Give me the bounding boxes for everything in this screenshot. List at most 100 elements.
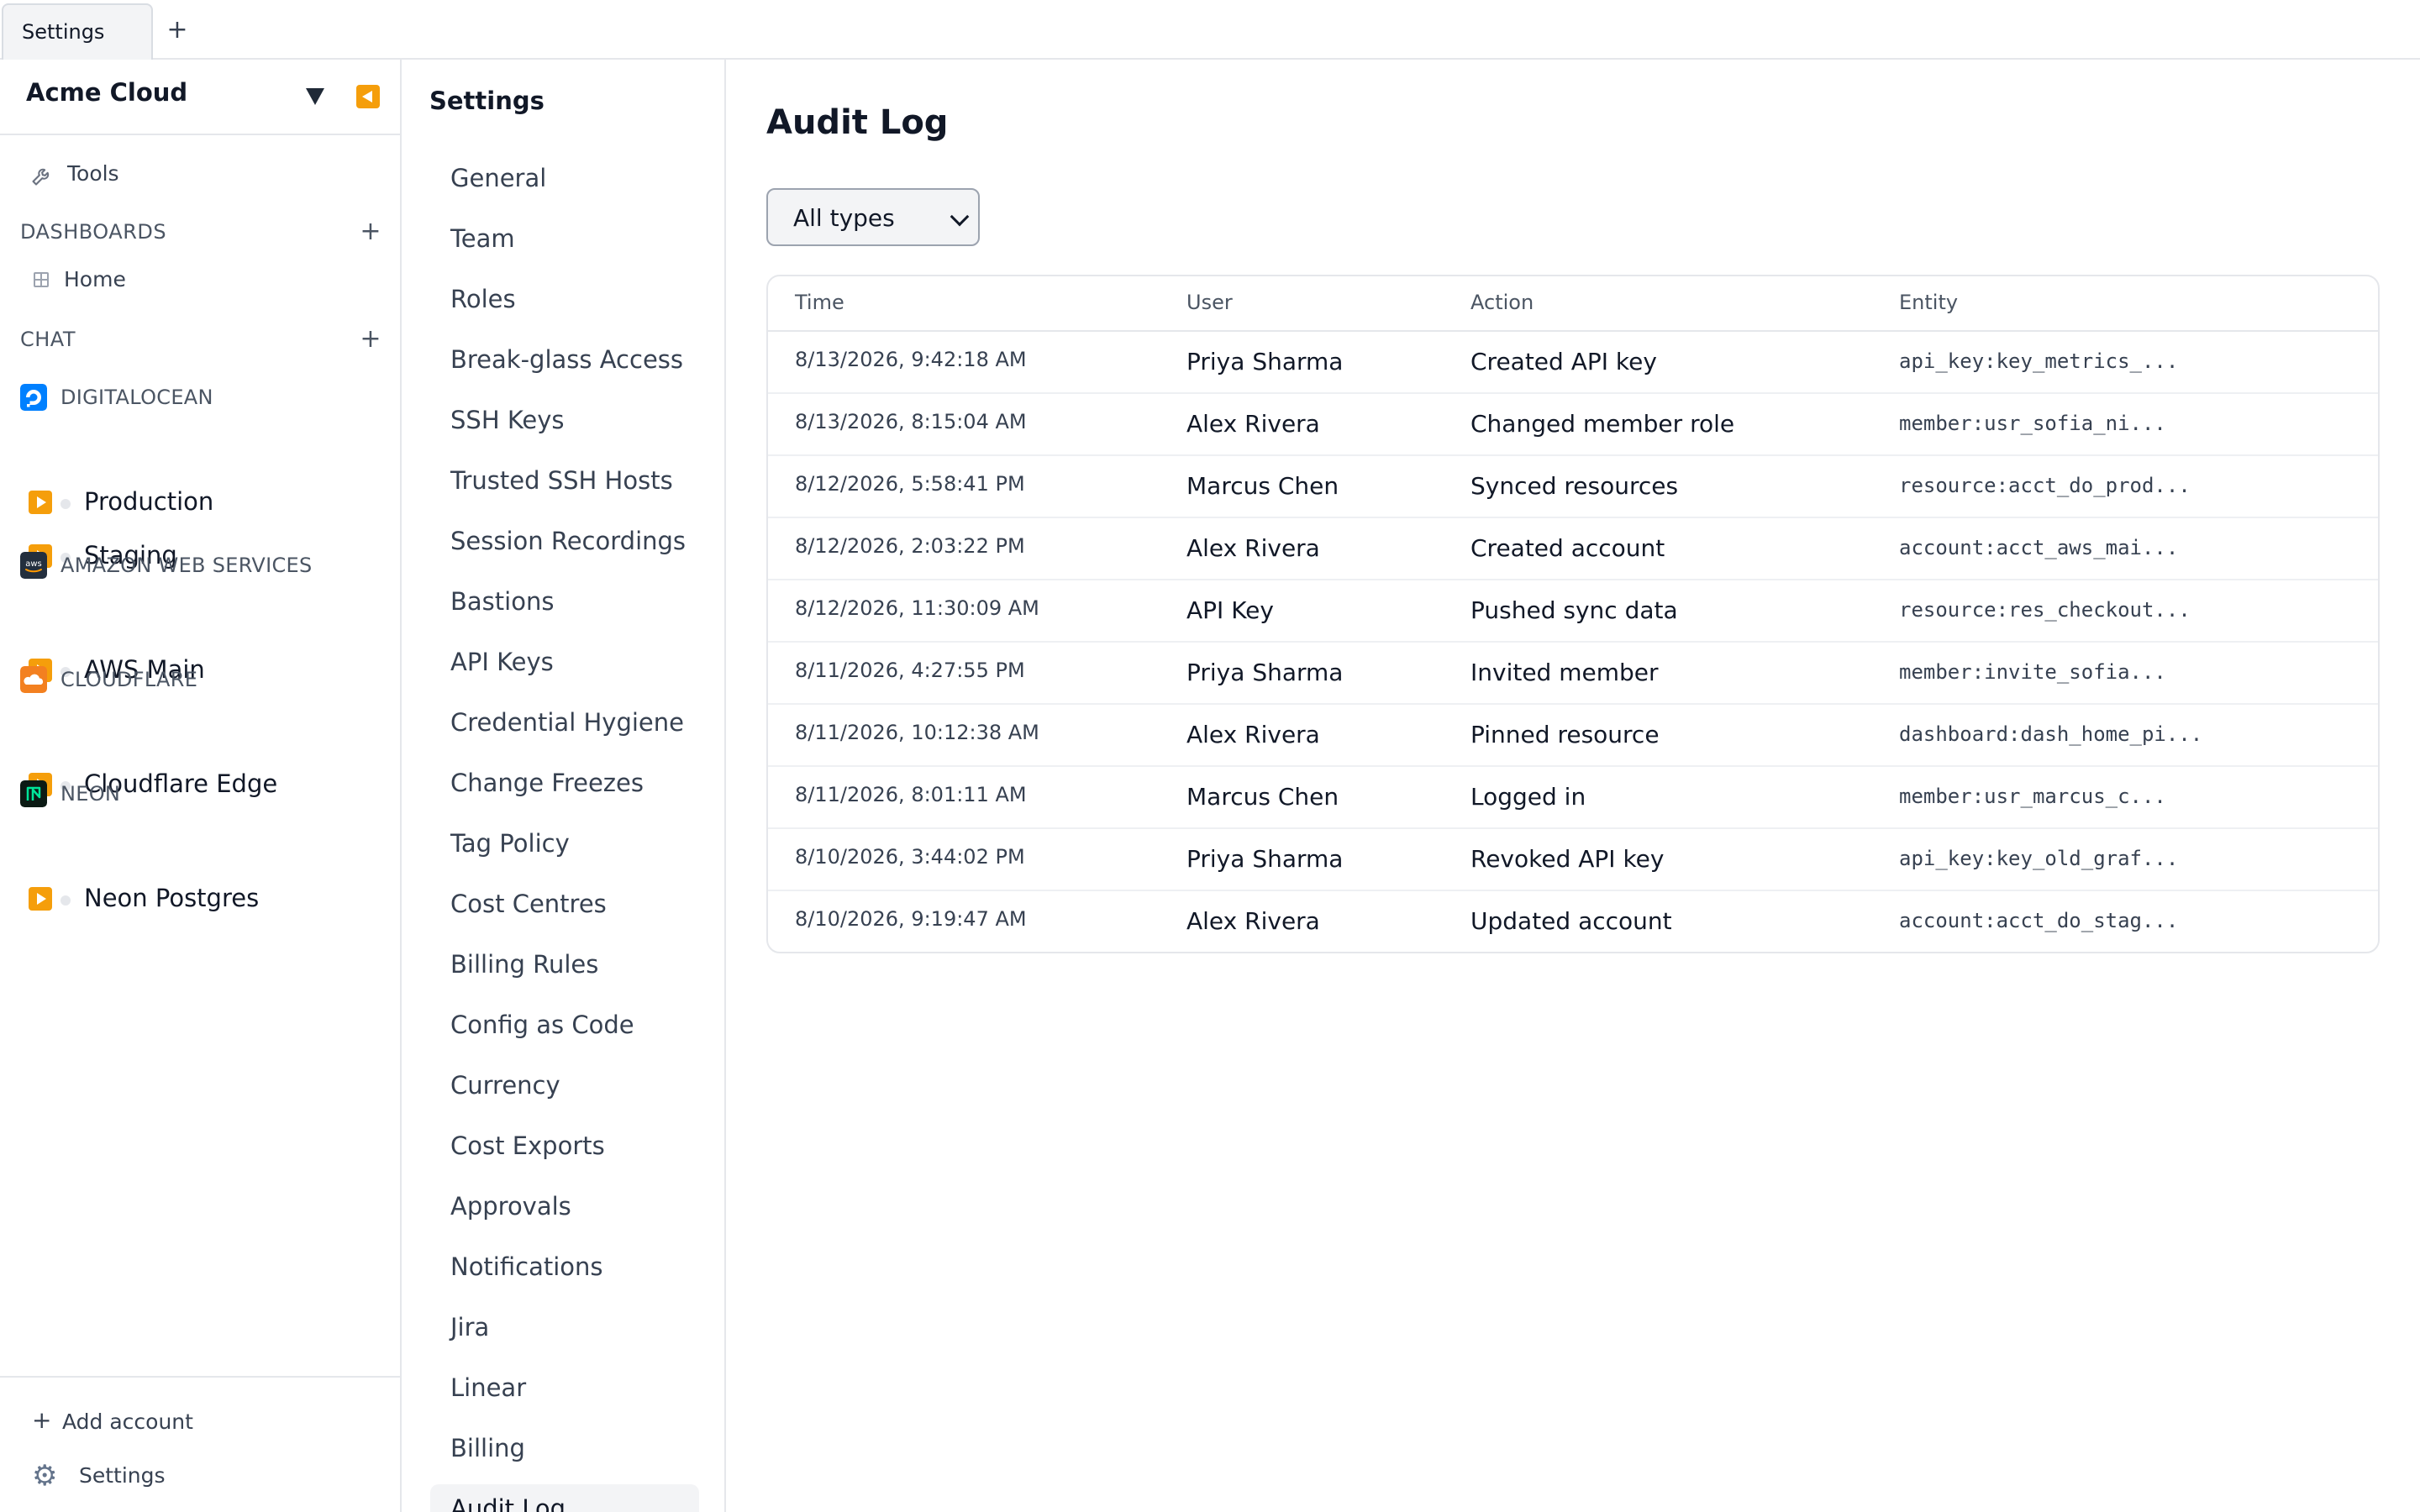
account-neon-postgres[interactable]: Neon Postgres	[29, 880, 390, 917]
settings-nav-item-notifications[interactable]: Notifications	[430, 1242, 699, 1303]
provider-digitalocean[interactable]: DIGITALOCEAN	[20, 382, 390, 412]
new-tab-button[interactable]: +	[166, 13, 188, 47]
sidebar-footer: + Add account ⚙ Settings	[0, 1376, 400, 1512]
settings-nav-item-bastions[interactable]: Bastions	[430, 577, 699, 638]
cell-entity: member:usr_sofia_ni...	[1899, 412, 2166, 435]
column-header-action: Action	[1470, 291, 1534, 314]
settings-nav-item-team[interactable]: Team	[430, 214, 699, 275]
cell-entity: account:acct_do_stag...	[1899, 909, 2179, 932]
cloudflare-logo-icon	[20, 666, 47, 693]
cell-user: Marcus Chen	[1186, 783, 1339, 811]
cell-action: Created account	[1470, 534, 1665, 562]
settings-nav-item-tag-policy[interactable]: Tag Policy	[430, 819, 699, 879]
table-row[interactable]: 8/11/2026, 10:12:38 AM Alex Rivera Pinned …	[768, 705, 2378, 767]
cell-entity: dashboard:dash_home_pi...	[1899, 722, 2203, 746]
cell-entity: member:invite_sofia...	[1899, 660, 2166, 684]
settings-nav-item-config-as-code[interactable]: Config as Code	[430, 1000, 699, 1061]
table-row[interactable]: 8/12/2026, 5:58:41 PM Marcus Chen Synced r…	[768, 456, 2378, 518]
add-chat-button[interactable]: +	[360, 324, 381, 354]
provider-name: NEON	[60, 782, 121, 806]
cell-entity: member:usr_marcus_c...	[1899, 785, 2166, 808]
settings-nav-title: Settings	[429, 87, 544, 115]
settings-nav: Settings General Team Roles Break-glass Acc…	[403, 60, 726, 1512]
cell-entity: resource:res_checkout...	[1899, 598, 2191, 622]
audit-log-table: Time User Action Entity 8/13/2026, 9:42:…	[766, 275, 2380, 953]
table-row[interactable]: 8/11/2026, 4:27:55 PM Priya Sharma Invited…	[768, 643, 2378, 705]
cell-action: Invited member	[1470, 659, 1659, 686]
cell-time: 8/11/2026, 8:01:11 AM	[795, 783, 1027, 806]
cell-time: 8/12/2026, 5:58:41 PM	[795, 472, 1025, 496]
cell-action: Created API key	[1470, 348, 1657, 375]
settings-nav-item-jira[interactable]: Jira	[430, 1303, 699, 1363]
settings-nav-item-audit-log[interactable]: Audit Log	[430, 1484, 699, 1512]
neon-logo-icon	[20, 780, 47, 807]
page-title: Audit Log	[766, 103, 949, 142]
settings-nav-item-change-freezes[interactable]: Change Freezes	[430, 759, 699, 819]
settings-nav-item-ssh-keys[interactable]: SSH Keys	[430, 396, 699, 456]
collapse-sidebar-icon[interactable]	[356, 85, 380, 108]
tab-bar: Settings +	[0, 0, 2420, 60]
settings-nav-item-roles[interactable]: Roles	[430, 275, 699, 335]
cell-entity: api_key:key_old_graf...	[1899, 847, 2179, 870]
settings-nav-item-session-recordings[interactable]: Session Recordings	[430, 517, 699, 577]
table-row[interactable]: 8/12/2026, 2:03:22 PM Alex Rivera Created …	[768, 518, 2378, 580]
settings-nav-item-approvals[interactable]: Approvals	[430, 1182, 699, 1242]
cell-user: Priya Sharma	[1186, 845, 1344, 873]
table-row[interactable]: 8/13/2026, 8:15:04 AM Alex Rivera Changed …	[768, 394, 2378, 456]
cell-action: Pinned resource	[1470, 721, 1660, 748]
cell-time: 8/12/2026, 11:30:09 AM	[795, 596, 1039, 620]
settings-nav-item-api-keys[interactable]: API Keys	[430, 638, 699, 698]
settings-nav-item-cost-exports[interactable]: Cost Exports	[430, 1121, 699, 1182]
cell-action: Synced resources	[1470, 472, 1679, 500]
status-dot	[60, 895, 71, 906]
cell-entity: account:acct_aws_mai...	[1899, 536, 2179, 559]
settings-nav-list: General Team Roles Break-glass Access SSH Ke…	[430, 154, 699, 1512]
cell-time: 8/10/2026, 3:44:02 PM	[795, 845, 1025, 869]
tools-icon	[32, 168, 50, 186]
cell-user: Alex Rivera	[1186, 534, 1320, 562]
cell-action: Revoked API key	[1470, 845, 1665, 873]
main-content: Audit Log All types Time User Action Ent…	[726, 60, 2420, 1512]
chat-section: CHAT +	[20, 324, 381, 358]
workspace-name: Acme Cloud	[26, 78, 188, 107]
settings-nav-item-break-glass-access[interactable]: Break-glass Access	[430, 335, 699, 396]
provider-cloudflare[interactable]: CLOUDFLARE	[20, 664, 390, 695]
account-label: Production	[84, 487, 214, 516]
type-filter-select[interactable]: All types	[766, 188, 980, 246]
cell-time: 8/13/2026, 9:42:18 AM	[795, 348, 1027, 371]
chevron-down-icon	[950, 207, 970, 227]
table-row[interactable]: 8/10/2026, 3:44:02 PM Priya Sharma Revoked…	[768, 829, 2378, 891]
column-header-user: User	[1186, 291, 1233, 314]
settings-nav-item-credential-hygiene[interactable]: Credential Hygiene	[430, 698, 699, 759]
table-row[interactable]: 8/13/2026, 9:42:18 AM Priya Sharma Created…	[768, 332, 2378, 394]
type-filter-value: All types	[793, 204, 895, 232]
table-row[interactable]: 8/10/2026, 9:19:47 AM Alex Rivera Updated …	[768, 891, 2378, 952]
provider-aws[interactable]: aws AMAZON WEB SERVICES	[20, 550, 390, 580]
settings-nav-item-trusted-ssh-hosts[interactable]: Trusted SSH Hosts	[430, 456, 699, 517]
settings-nav-item-cost-centres[interactable]: Cost Centres	[430, 879, 699, 940]
cell-action: Logged in	[1470, 783, 1586, 811]
settings-nav-item-billing-rules[interactable]: Billing Rules	[430, 940, 699, 1000]
tab-settings[interactable]: Settings	[2, 3, 153, 60]
table-row[interactable]: 8/11/2026, 8:01:11 AM Marcus Chen Logged i…	[768, 767, 2378, 829]
cell-action: Updated account	[1470, 907, 1672, 935]
cell-time: 8/12/2026, 2:03:22 PM	[795, 534, 1025, 558]
status-dot	[60, 499, 71, 509]
cell-user: Priya Sharma	[1186, 659, 1344, 686]
add-dashboard-button[interactable]: +	[360, 217, 381, 246]
provider-neon[interactable]: NEON	[20, 779, 390, 809]
cell-user: Marcus Chen	[1186, 472, 1339, 500]
settings-nav-item-currency[interactable]: Currency	[430, 1061, 699, 1121]
settings-nav-item-linear[interactable]: Linear	[430, 1363, 699, 1424]
table-row[interactable]: 8/12/2026, 11:30:09 AM API Key Pushed sync…	[768, 580, 2378, 643]
cell-time: 8/13/2026, 8:15:04 AM	[795, 410, 1027, 433]
sidebar: Acme Cloud Tools DASHBOARDS + Home CHAT …	[0, 60, 402, 1512]
settings-nav-item-billing[interactable]: Billing	[430, 1424, 699, 1484]
settings-nav-item-general[interactable]: General	[430, 154, 699, 214]
dashboards-title: DASHBOARDS	[20, 220, 167, 244]
account-production[interactable]: Production	[29, 484, 390, 521]
table-header: Time User Action Entity	[768, 276, 2378, 332]
workspace-dropdown-icon[interactable]	[304, 85, 326, 107]
cell-time: 8/11/2026, 4:27:55 PM	[795, 659, 1025, 682]
home-label: Home	[64, 267, 126, 291]
